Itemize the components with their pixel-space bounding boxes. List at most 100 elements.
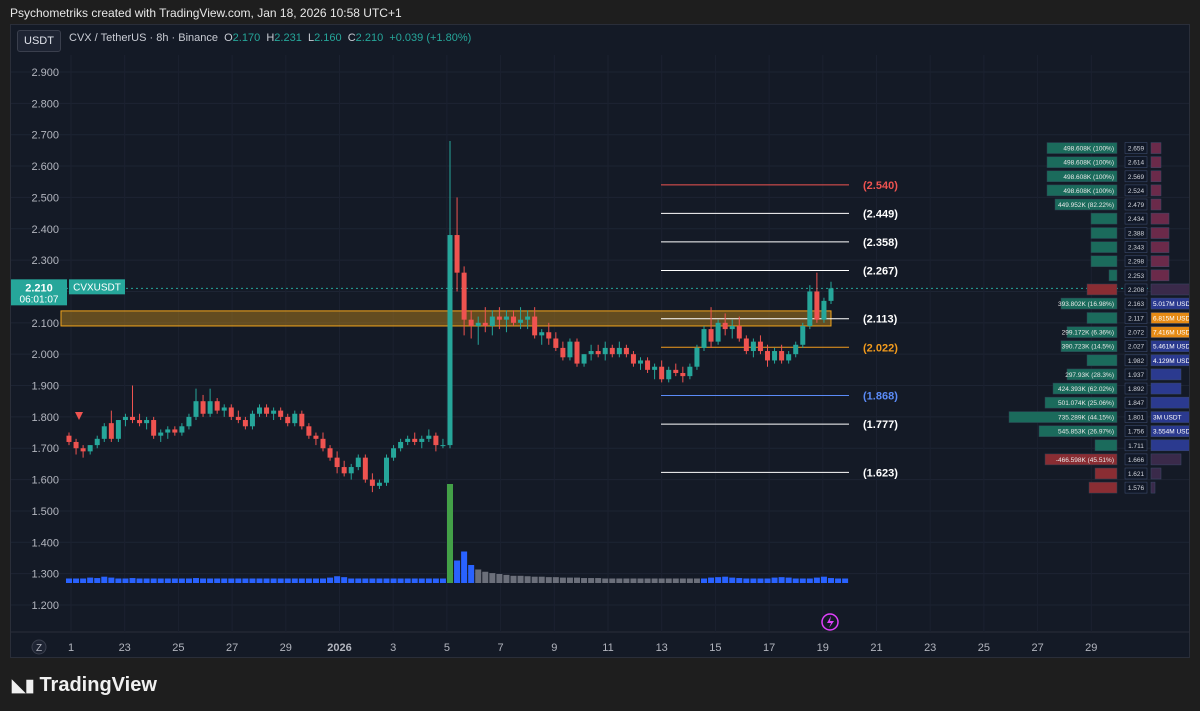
candle-body: [73, 441, 79, 449]
orderbook-left-bar: [1088, 481, 1118, 494]
candle-body: [750, 341, 756, 352]
volume-bar: [468, 565, 475, 583]
volume-bar: [701, 578, 707, 583]
candle-body: [362, 457, 368, 480]
candle-body: [235, 416, 241, 421]
volume-bar: [136, 578, 143, 583]
y-tick-label: 2.300: [31, 255, 59, 267]
candle-body: [765, 351, 770, 361]
level-label: (1.868): [863, 391, 898, 403]
volume-bar: [418, 578, 425, 583]
legend-close-label: C: [347, 32, 356, 44]
candlestick-chart[interactable]: 2.9002.8002.7002.6002.5002.4002.3002.200…: [11, 25, 1190, 658]
candle-body: [814, 291, 820, 320]
orderbook-left-label: 498.608K (100%): [1063, 174, 1114, 181]
volume-bar: [461, 551, 468, 583]
orderbook-right-bar: [1150, 241, 1170, 253]
candle-body: [228, 407, 234, 417]
candle-body: [193, 401, 199, 417]
volume-bar: [715, 577, 722, 583]
candle-body: [151, 420, 157, 436]
volume-bar: [510, 575, 517, 583]
chart-area[interactable]: 2.9002.8002.7002.6002.5002.4002.3002.200…: [10, 24, 1190, 658]
orderbook-right-bar: [1150, 481, 1156, 494]
candle-body: [130, 416, 135, 421]
y-tick-label: 1.900: [31, 381, 59, 393]
orderbook-left-bar: [1090, 255, 1118, 267]
candle-body: [447, 235, 453, 446]
volume-bar: [334, 576, 341, 583]
x-tick-label: 5: [444, 642, 450, 654]
candle-body: [327, 448, 333, 458]
x-tick-label: 29: [1085, 642, 1097, 654]
candle-body: [115, 420, 121, 439]
candle-body: [242, 420, 248, 427]
candle-body: [108, 423, 114, 439]
candle-body: [122, 416, 128, 421]
tradingview-logo[interactable]: ◣▮ TradingView: [12, 674, 157, 697]
orderbook-left-bar: [1090, 241, 1118, 253]
volume-bar: [108, 577, 115, 583]
orderbook-left-label: 735.289K (44.15%): [1058, 415, 1114, 422]
candle-body: [172, 429, 178, 433]
x-tick-label: 3: [390, 642, 396, 654]
orderbook-price: 1.621: [1128, 471, 1145, 478]
candle-body: [264, 407, 270, 414]
volume-bar: [454, 560, 461, 583]
candle-body: [496, 316, 502, 320]
candle-body: [186, 416, 192, 427]
orderbook-price: 2.253: [1128, 273, 1145, 280]
legend-open-value: 2.170: [232, 32, 261, 44]
volume-bar: [496, 574, 503, 583]
orderbook-left-label: -466.598K (45.51%): [1056, 457, 1114, 464]
candle-body: [355, 457, 361, 468]
candle-body: [630, 354, 636, 364]
volume-bar: [842, 578, 849, 583]
volume-bar: [447, 484, 453, 583]
y-tick-label: 2.600: [31, 161, 59, 173]
volume-bar: [778, 577, 785, 583]
level-label: (2.449): [863, 208, 898, 220]
volume-bar: [750, 578, 757, 583]
candle-body: [616, 347, 622, 355]
orderbook-right-bar: [1150, 184, 1162, 197]
x-tick-label: 29: [280, 642, 292, 654]
orderbook-price: 1.666: [1128, 457, 1145, 464]
footer: ◣▮ TradingView: [0, 658, 1200, 711]
orderbook-right-label: 3M USDT: [1153, 415, 1182, 422]
candle-body: [221, 407, 227, 411]
candle-body: [736, 325, 742, 339]
orderbook-left-bar: [1094, 439, 1118, 452]
volume-bar: [362, 578, 369, 583]
candle-body: [743, 338, 749, 352]
volume-bar: [574, 577, 580, 583]
y-tick-label: 1.200: [31, 600, 59, 612]
candle-body: [292, 413, 298, 424]
candle-body: [828, 288, 834, 301]
orderbook-right-bar: [1150, 467, 1162, 480]
orderbook-right-label: 5.017M USDT: [1153, 301, 1190, 308]
y-tick-label: 2.900: [31, 67, 59, 79]
orderbook-price: 1.756: [1128, 429, 1145, 436]
x-tick-label: 2026: [327, 642, 351, 654]
orderbook-price: 2.117: [1128, 315, 1144, 322]
level-label: (2.540): [863, 180, 898, 192]
candle-body: [694, 347, 700, 367]
volume-bar: [143, 578, 150, 583]
volume-bar: [545, 577, 552, 583]
orderbook-left-label: 390.723K (14.5%): [1062, 344, 1114, 351]
volume-bar: [672, 578, 679, 583]
flash-glyph-icon: [827, 616, 834, 628]
volume-bar: [743, 578, 750, 583]
candle-body: [518, 319, 524, 323]
volume-bar: [249, 578, 256, 583]
candle-body: [757, 341, 763, 352]
symbol-button[interactable]: USDT: [17, 30, 61, 52]
candle-body: [369, 479, 375, 486]
candle-body: [391, 448, 397, 458]
candle-body: [588, 351, 594, 355]
orderbook-price: 1.982: [1128, 358, 1145, 365]
candle-body: [673, 369, 679, 373]
volume-bar: [538, 576, 545, 583]
volume-bar: [630, 578, 637, 583]
